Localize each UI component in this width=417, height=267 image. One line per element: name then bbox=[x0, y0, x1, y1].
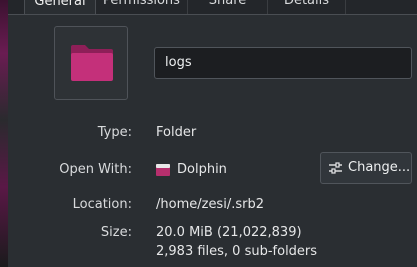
name-input[interactable]: logs bbox=[154, 47, 412, 79]
tab-bar: General Permissions Share Details bbox=[8, 0, 417, 14]
folder-icon-button[interactable] bbox=[54, 26, 128, 100]
size-label: Size: bbox=[100, 225, 132, 240]
change-button-label: Change... bbox=[348, 160, 411, 175]
type-value: Folder bbox=[156, 125, 197, 140]
tab-general[interactable]: General bbox=[24, 0, 96, 14]
tab-share[interactable]: Share bbox=[188, 0, 268, 14]
general-panel: logs Type: Folder Open With: Dolphin Cha… bbox=[8, 14, 417, 267]
configure-icon bbox=[329, 162, 342, 174]
tab-details[interactable]: Details bbox=[268, 0, 346, 14]
size-value: 20.0 MiB (21,022,839) bbox=[156, 225, 302, 240]
properties-dialog: General Permissions Share Details logs T… bbox=[0, 0, 417, 267]
folder-icon bbox=[71, 45, 113, 81]
change-button[interactable]: Change... bbox=[320, 152, 412, 184]
background-window-edge bbox=[0, 0, 8, 267]
size-detail: 2,983 files, 0 sub-folders bbox=[156, 244, 318, 259]
type-label: Type: bbox=[97, 125, 132, 140]
location-label: Location: bbox=[72, 197, 132, 212]
open-with-label: Open With: bbox=[59, 162, 132, 177]
open-with-app-name: Dolphin bbox=[177, 162, 227, 177]
dolphin-folder-icon bbox=[156, 164, 170, 176]
tab-permissions[interactable]: Permissions bbox=[96, 0, 188, 14]
location-value: /home/zesi/.srb2 bbox=[156, 197, 264, 212]
